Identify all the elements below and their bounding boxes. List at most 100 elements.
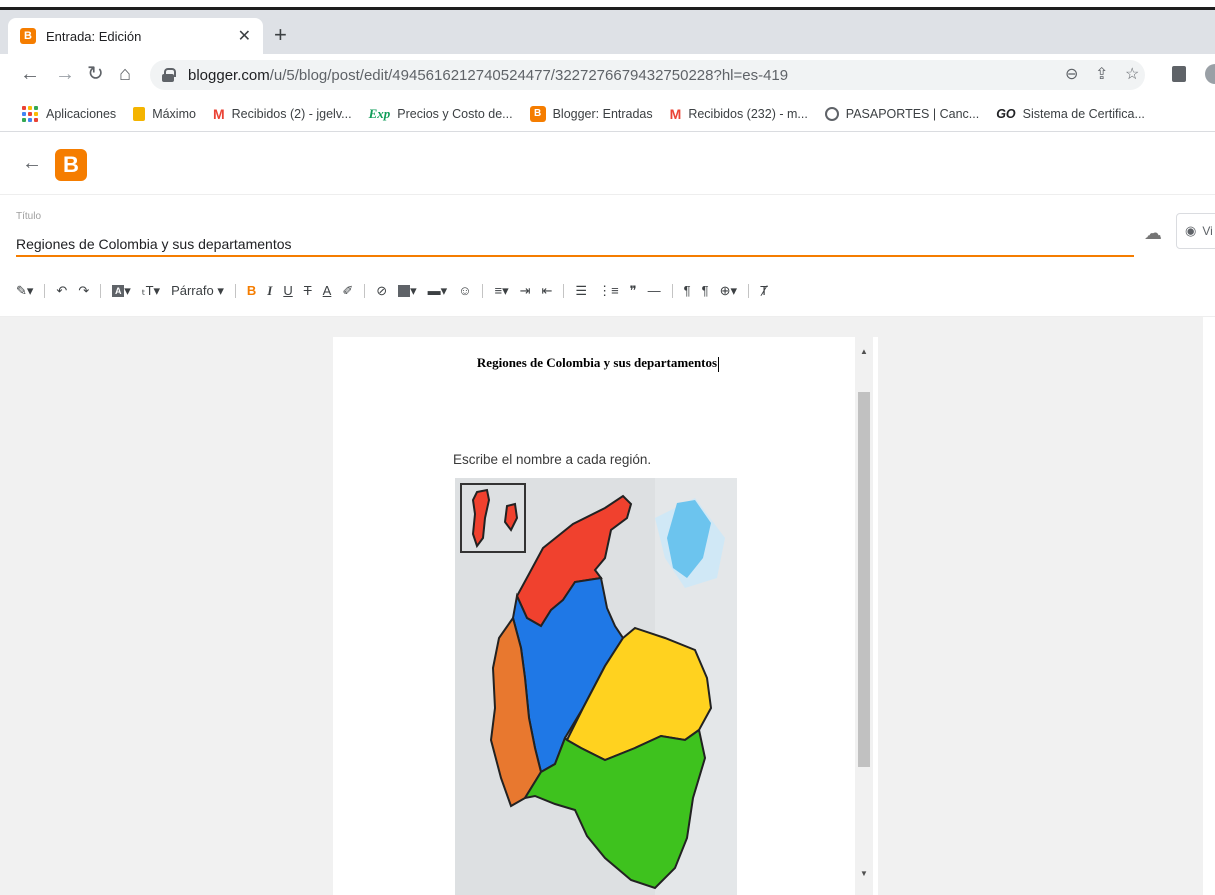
clear-formatting-icon[interactable]: Ⱦ <box>760 283 768 298</box>
paragraph-label: Párrafo <box>171 283 214 298</box>
region-insular-island <box>503 502 519 532</box>
zoom-icon[interactable]: ⊖ <box>1065 64 1078 84</box>
horizontal-rule-icon[interactable]: — <box>648 283 661 298</box>
strikethrough-icon[interactable]: T <box>304 283 312 298</box>
bookmark-label: Recibidos (2) - jgelv... <box>231 106 352 121</box>
share-icon[interactable]: ⇪ <box>1095 64 1108 84</box>
bookmark-label: Máximo <box>152 106 196 121</box>
scroll-thumb[interactable] <box>858 392 870 767</box>
text-color-icon[interactable]: A <box>323 283 332 298</box>
bookmark-label: Aplicaciones <box>46 106 117 121</box>
bookmark-pasaportes[interactable]: PASAPORTES | Canc... <box>824 106 980 121</box>
toolbar-divider <box>563 283 565 298</box>
apps-grid-icon <box>22 105 38 122</box>
outdent-icon[interactable]: ⇤ <box>542 283 553 299</box>
blogger-header: ← B <box>0 132 1215 195</box>
bookmarks-bar: Aplicaciones Máximo M Recibidos (2) - jg… <box>0 96 1215 132</box>
exp-icon: Exp <box>368 105 391 121</box>
text-caret <box>718 356 720 372</box>
worksheet-caption: Escribe el nombre a cada región. <box>453 452 652 467</box>
toolbar-divider <box>44 283 46 298</box>
ltr-icon[interactable]: ¶ <box>684 283 691 298</box>
preview-label: Vi <box>1202 224 1213 238</box>
image-icon[interactable]: ▾ <box>398 283 417 299</box>
emoji-icon[interactable]: ☺ <box>458 283 471 298</box>
yellow-square-icon <box>133 106 146 121</box>
url-path: /u/5/blog/post/edit/4945616212740524477/… <box>269 66 789 84</box>
scroll-up-arrow-icon[interactable]: ▲ <box>860 347 868 356</box>
toolbar-divider <box>100 283 102 298</box>
seal-icon <box>824 106 839 121</box>
editor-scrollbar[interactable]: ▲ ▼ <box>855 337 873 895</box>
bookmark-gmail-1[interactable]: M Recibidos (2) - jgelv... <box>213 106 352 122</box>
redo-icon[interactable]: ↷ <box>78 283 89 299</box>
font-size-icon[interactable]: ₜT▾ <box>142 283 160 299</box>
star-icon[interactable]: ☆ <box>1125 64 1139 84</box>
forward-arrow-icon[interactable]: → <box>55 62 75 86</box>
bookmark-label: PASAPORTES | Canc... <box>845 106 980 121</box>
gmail-icon: M <box>669 105 682 122</box>
link-icon[interactable]: ⊘ <box>376 283 387 299</box>
window-top-border <box>0 0 1215 10</box>
logo-letter: B <box>63 152 79 177</box>
paragraph-dropdown[interactable]: Párrafo ▾ <box>171 283 224 299</box>
scroll-down-arrow-icon[interactable]: ▼ <box>860 869 868 878</box>
bookmark-apps[interactable]: Aplicaciones <box>22 105 117 122</box>
highlight-icon[interactable]: ✐ <box>342 283 353 299</box>
close-icon[interactable]: ✕ <box>238 26 251 46</box>
colombia-map-svg <box>460 478 737 895</box>
colombia-map <box>455 478 737 895</box>
profile-avatar[interactable] <box>1205 64 1215 84</box>
bold-icon[interactable]: B <box>247 283 256 298</box>
bookmark-blogger[interactable]: B Blogger: Entradas <box>529 105 653 122</box>
toolbar-divider <box>234 283 236 298</box>
post-heading[interactable]: Regiones de Colombia y sus departamentos <box>333 355 863 372</box>
tab-strip: B Entrada: Edición ✕ + <box>0 10 1215 54</box>
toolbar-divider <box>482 283 484 298</box>
url-host: blogger.com <box>188 66 270 84</box>
address-bar[interactable]: blogger.com/u/5/blog/post/edit/494561621… <box>150 60 1145 90</box>
bookmark-label: Blogger: Entradas <box>552 106 653 121</box>
back-arrow-icon[interactable]: ← <box>20 62 40 86</box>
title-label: Título <box>16 211 42 222</box>
new-tab-button[interactable]: + <box>274 24 287 46</box>
quote-icon[interactable]: ❞ <box>630 283 637 299</box>
cloud-off-icon: ☁ <box>1144 223 1162 243</box>
bookmark-gmail-2[interactable]: M Recibidos (232) - m... <box>670 106 808 122</box>
italic-icon[interactable]: I <box>267 283 272 299</box>
browser-tab[interactable]: B Entrada: Edición ✕ <box>8 18 263 54</box>
underline-icon[interactable]: U <box>283 283 292 298</box>
rtl-icon[interactable]: ¶ <box>702 283 709 298</box>
font-family-icon[interactable]: A ▾ <box>112 283 131 299</box>
numbered-list-icon[interactable]: ⋮≡ <box>598 283 619 299</box>
reload-icon[interactable]: ↻ <box>87 62 104 86</box>
bookmark-label: Recibidos (232) - m... <box>688 106 808 121</box>
blogger-logo-icon[interactable]: B <box>55 149 87 181</box>
align-icon[interactable]: ≡▾ <box>494 283 508 299</box>
bookmark-precios[interactable]: Exp Precios y Costo de... <box>369 106 513 122</box>
indent-icon[interactable]: ⇥ <box>520 283 531 299</box>
back-arrow-icon[interactable]: ← <box>22 152 42 175</box>
toolbar-divider <box>671 283 673 298</box>
home-icon[interactable]: ⌂ <box>119 62 131 86</box>
region-insular <box>471 488 491 549</box>
preview-button[interactable]: ◉ Vi <box>1176 213 1215 249</box>
browser-toolbar: ← → ↻ ⌂ blogger.com/u/5/blog/post/edit/4… <box>0 54 1215 96</box>
worksheet-image[interactable]: Escribe el nombre a cada región. <box>453 452 743 895</box>
lock-icon <box>162 68 176 82</box>
title-section: Título ☁ ◉ Vi <box>0 195 1215 265</box>
toolbar-divider <box>748 283 750 298</box>
post-heading-text: Regiones de Colombia y sus departamentos <box>476 355 718 370</box>
bookmark-maximo[interactable]: Máximo <box>133 106 196 121</box>
format-toolbar: ✎▾ ↶ ↷ A ▾ ₜT▾ Párrafo ▾ B I U T A ✐ ⊘ ▾ … <box>0 265 1215 317</box>
go-icon: GO <box>996 106 1016 121</box>
bookmark-sistema[interactable]: GO Sistema de Certifica... <box>996 107 1145 121</box>
gmail-icon: M <box>212 105 225 122</box>
pencil-mode-icon[interactable]: ✎▾ <box>16 283 33 299</box>
extension-icon[interactable] <box>1172 66 1186 82</box>
post-title-input[interactable] <box>16 233 1134 257</box>
undo-icon[interactable]: ↶ <box>56 283 67 299</box>
video-icon[interactable]: ▬▾ <box>428 283 448 299</box>
bulleted-list-icon[interactable]: ☰ <box>575 283 587 299</box>
language-icon[interactable]: ⊕▾ <box>720 283 737 299</box>
